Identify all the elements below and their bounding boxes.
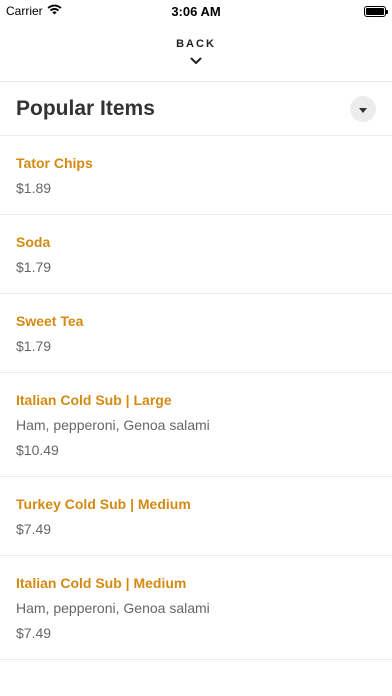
item-name: Turkey Cold Sub | Medium: [16, 496, 191, 512]
back-label: BACK: [176, 37, 216, 50]
status-bar: Carrier 3:06 AM: [0, 0, 392, 22]
item-price: $1.79: [16, 338, 52, 354]
menu-item[interactable]: Soda $1.79: [0, 215, 392, 294]
app-screen: Carrier 3:06 AM BACK Popular Items Tator…: [0, 0, 392, 696]
item-name: Sweet Tea: [16, 313, 84, 329]
item-description: Ham, pepperoni, Genoa salami: [16, 417, 210, 433]
menu-item[interactable]: Sweet Tea $1.79: [0, 294, 392, 373]
item-name: Tator Chips: [16, 155, 93, 171]
caret-down-icon: [359, 100, 367, 118]
item-name: Soda: [16, 234, 51, 250]
item-price: $1.79: [16, 259, 52, 275]
chevron-down-icon: [190, 52, 202, 70]
status-right: [364, 5, 388, 17]
menu-item[interactable]: Turkey Cold Sub | Medium $7.49: [0, 477, 392, 556]
item-price: $1.89: [16, 180, 52, 196]
battery-icon: [364, 5, 388, 17]
section-dropdown-button[interactable]: [350, 95, 376, 122]
menu-item[interactable]: Italian Cold Sub | Medium Ham, pepperoni…: [0, 556, 392, 660]
item-name: Italian Cold Sub | Medium: [16, 575, 187, 591]
menu-item[interactable]: Tator Chips $1.89: [0, 136, 392, 215]
item-price: $7.49: [16, 625, 52, 641]
item-name: Italian Cold Sub | Large: [16, 392, 172, 408]
item-price: $7.49: [16, 521, 52, 537]
menu-item[interactable]: Italian Cold Sub | Large Ham, pepperoni,…: [0, 373, 392, 477]
back-button[interactable]: BACK: [0, 22, 392, 82]
status-time: 3:06 AM: [171, 3, 221, 19]
item-price: $10.49: [16, 442, 59, 458]
menu-item-list: Tator Chips $1.89 Soda $1.79 Sweet Tea $…: [0, 136, 392, 660]
section-title: Popular Items: [16, 96, 155, 120]
item-description: Ham, pepperoni, Genoa salami: [16, 600, 210, 616]
section-header: Popular Items: [0, 82, 392, 136]
